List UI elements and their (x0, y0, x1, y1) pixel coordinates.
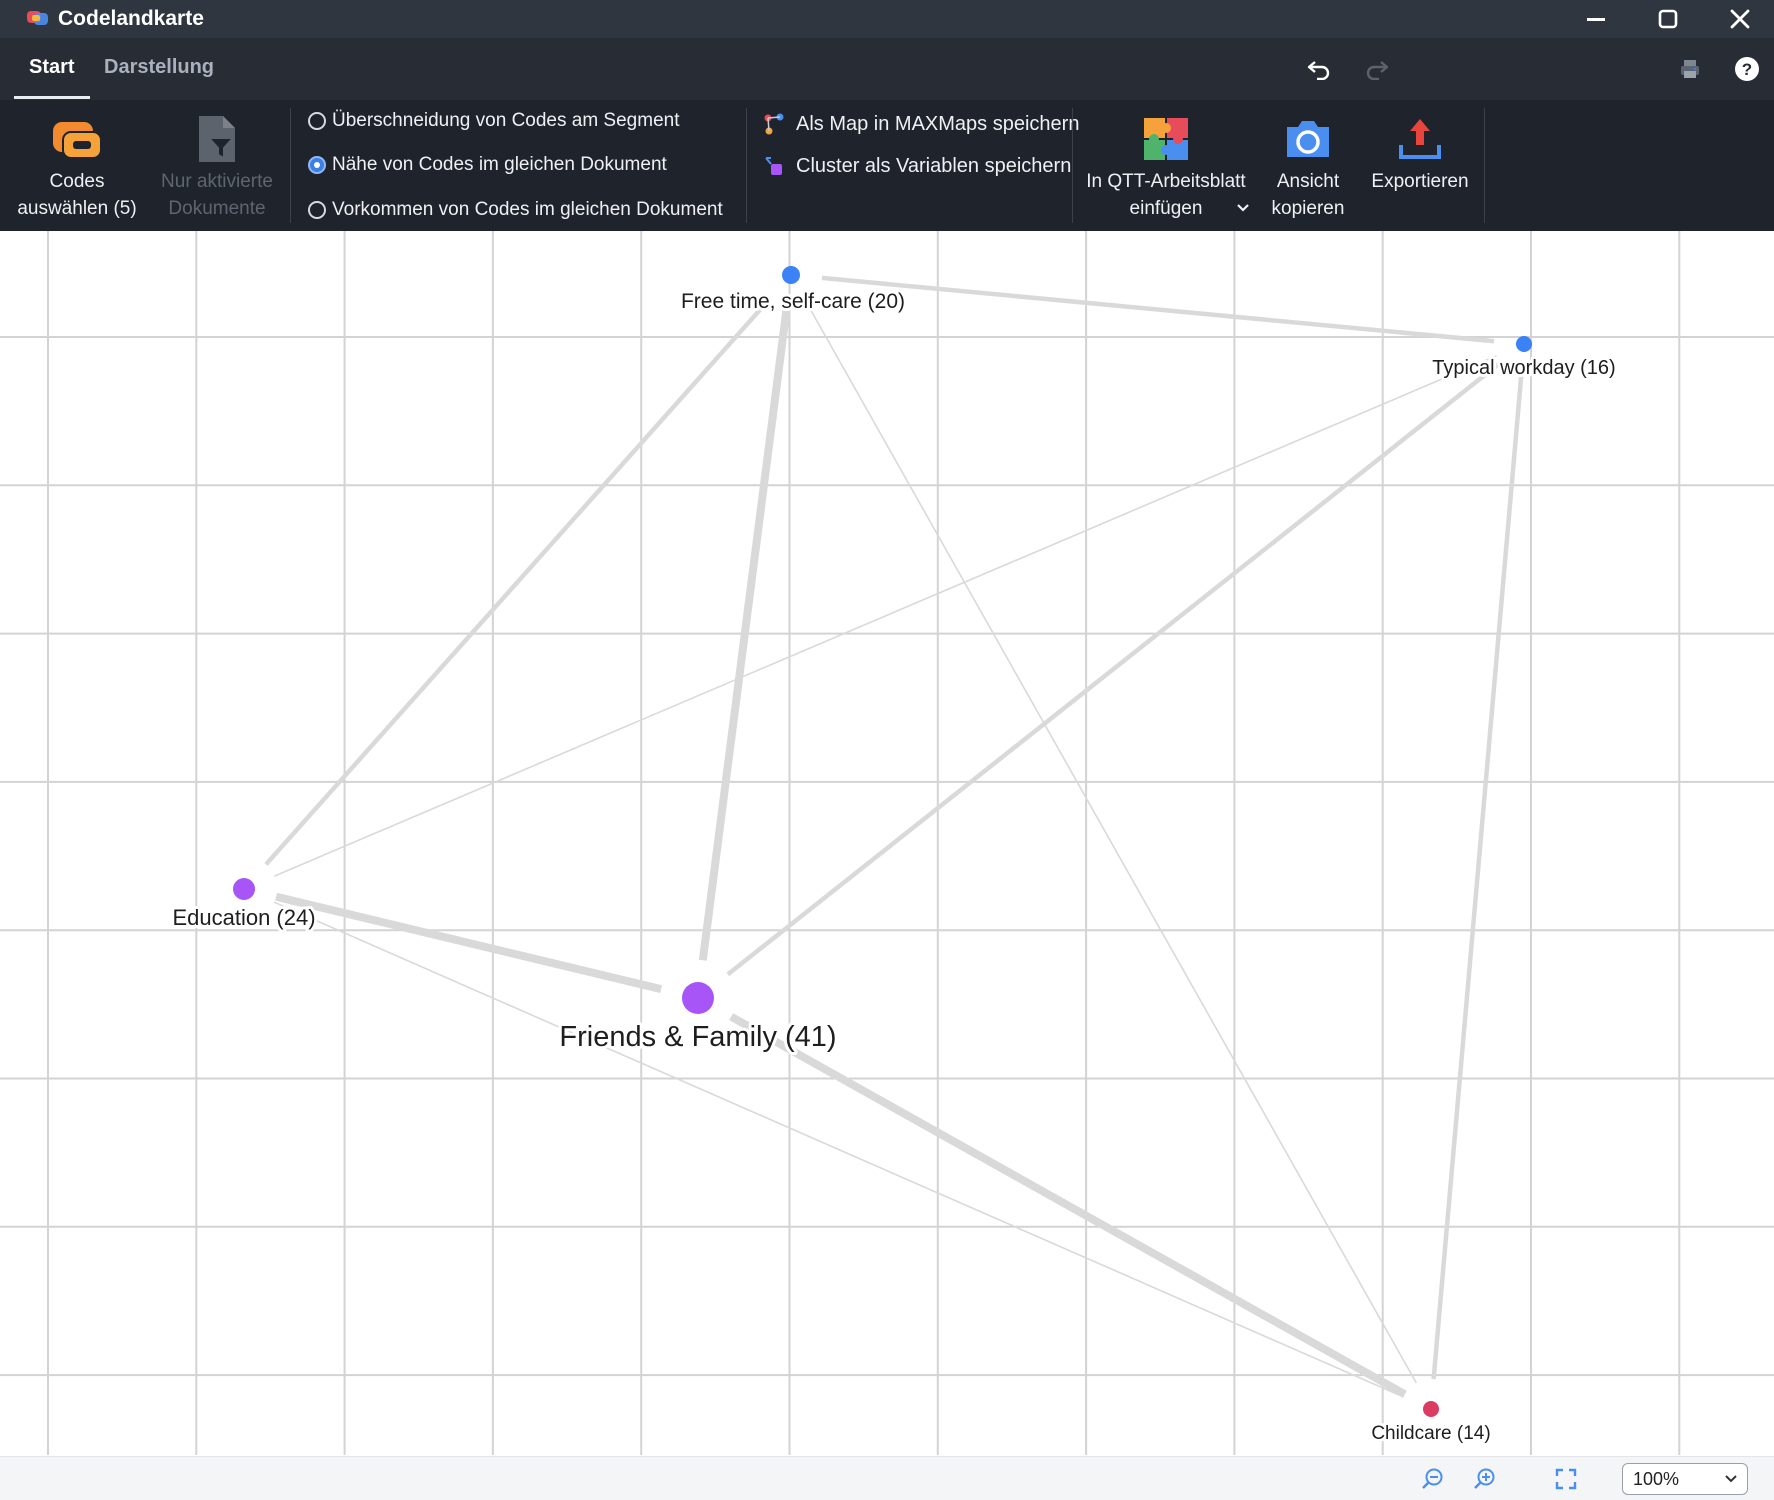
qtt-button-line1: In QTT-Arbeitsblatt (1086, 171, 1246, 192)
node-label-typical_workday[interactable]: Typical workday (16) (1429, 354, 1618, 382)
edge-free_time-typical_workday[interactable] (821, 275, 1495, 344)
ribbon-separator (746, 108, 747, 223)
node-free_time[interactable] (782, 266, 800, 284)
export-label: Exportieren (1371, 171, 1469, 192)
node-childcare[interactable] (1423, 1401, 1439, 1417)
codemap-app-icon (27, 11, 48, 25)
zoom-level-value: 100% (1633, 1469, 1680, 1489)
ribbon-separator (290, 108, 291, 223)
edge-typical_workday-childcare[interactable] (1431, 373, 1524, 1380)
edge-free_time-education[interactable] (264, 296, 773, 866)
fit-to-screen-icon (1555, 1468, 1577, 1490)
ribbon-separator (1072, 108, 1073, 223)
undo-icon (1307, 61, 1330, 80)
minimize-icon (1587, 18, 1605, 21)
print-icon (1681, 60, 1699, 78)
save-cluster-variables-button[interactable]: Cluster als Variablen speichern (762, 154, 1071, 178)
chevron-down-icon[interactable] (1236, 203, 1250, 213)
node-label-friends_family[interactable]: Friends & Family (41) (556, 1018, 839, 1056)
minimize-button[interactable] (1560, 0, 1632, 38)
map-labels: Free time, self-care (20) Typical workday… (169, 287, 1618, 1447)
zoom-in-icon (1474, 1468, 1495, 1489)
zoom-out-button[interactable] (1419, 1465, 1447, 1493)
node-label-free_time[interactable]: Free time, self-care (20) (678, 287, 908, 316)
node-label-education[interactable]: Education (24) (169, 902, 318, 933)
ribbon-toolbar: Codes auswählen (5) Nur aktivierte Dokumen… (0, 100, 1774, 231)
export-button[interactable]: Exportieren (1362, 100, 1478, 231)
zoom-out-icon (1422, 1468, 1443, 1489)
tab-start[interactable]: Start (29, 56, 75, 79)
edge-education-friends_family[interactable] (275, 892, 663, 993)
ribbon-separator (1484, 108, 1485, 223)
edge-typical_workday-education[interactable] (274, 355, 1497, 877)
radio-label: Nähe von Codes im gleichen Dokument (332, 154, 667, 175)
radio-label: Überschneidung von Codes am Segment (332, 110, 680, 131)
insert-qtt-worksheet-button[interactable]: In QTT-Arbeitsblatt einfügen (1078, 100, 1254, 231)
zoom-level-select[interactable]: 100% (1622, 1463, 1748, 1495)
window-title: Codelandkarte (58, 7, 204, 30)
qtt-button-line2: einfügen (1129, 198, 1203, 219)
radio-label: Vorkommen von Codes im gleichen Dokument (332, 199, 723, 220)
tab-darstellung[interactable]: Darstellung (104, 56, 214, 79)
grid-lines (0, 231, 1774, 1455)
edge-typical_workday-friends_family[interactable] (726, 360, 1502, 977)
zoom-in-button[interactable] (1471, 1465, 1499, 1493)
status-bar: 100% (0, 1456, 1774, 1500)
node-label-childcare[interactable]: Childcare (14) (1368, 1420, 1493, 1447)
help-icon: ? (1735, 57, 1759, 81)
close-icon (1730, 9, 1750, 29)
node-education[interactable] (233, 878, 255, 900)
fit-to-screen-button[interactable] (1552, 1465, 1580, 1493)
svg-text:?: ? (1742, 60, 1752, 79)
docs-button-line1: Nur aktivierte (161, 171, 273, 192)
maximize-button[interactable] (1632, 0, 1704, 38)
code-map-canvas[interactable]: Free time, self-care (20) Typical workday… (0, 231, 1774, 1456)
select-codes-button[interactable]: Codes auswählen (5) (10, 100, 144, 231)
map-edges (264, 275, 1524, 1398)
export-icon (1399, 119, 1441, 159)
redo-icon (1366, 61, 1389, 80)
active-tab-indicator (14, 96, 90, 99)
radio-proximity-document[interactable]: Nähe von Codes im gleichen Dokument (308, 154, 667, 176)
radio-overlap-segment[interactable]: Überschneidung von Codes am Segment (308, 110, 679, 132)
codemap-window: Codelandkarte Start Darstellung ? Codes … (0, 0, 1774, 1500)
radio-occurrence-document[interactable]: Vorkommen von Codes im gleichen Dokument (308, 199, 723, 221)
radio-button[interactable] (308, 201, 326, 219)
copy-view-button[interactable]: Ansicht kopieren (1260, 100, 1356, 231)
tab-bar: Start Darstellung ? (0, 38, 1774, 100)
action-label: Als Map in MAXMaps speichern (796, 112, 1080, 135)
select-codes-icon (53, 122, 102, 159)
action-label: Cluster als Variablen speichern (796, 154, 1072, 177)
undo-button[interactable] (1302, 52, 1336, 86)
camera-icon (1287, 121, 1329, 157)
node-friends_family[interactable] (682, 982, 714, 1014)
cluster-variable-icon (765, 157, 782, 175)
puzzle-icon (1144, 118, 1188, 160)
maxmaps-icon (764, 113, 784, 135)
copy-view-line2: kopieren (1271, 198, 1345, 219)
close-button[interactable] (1704, 0, 1774, 38)
title-bar: Codelandkarte (0, 0, 1774, 38)
codes-button-line2: auswählen (5) (17, 198, 137, 219)
node-typical_workday[interactable] (1516, 336, 1532, 352)
save-as-maxmaps-button[interactable]: Als Map in MAXMaps speichern (762, 112, 1079, 136)
redo-button[interactable] (1360, 52, 1394, 86)
radio-button[interactable] (308, 112, 326, 130)
maximize-icon (1658, 9, 1678, 29)
print-button[interactable] (1673, 52, 1707, 86)
copy-view-line1: Ansicht (1276, 171, 1340, 192)
help-button[interactable]: ? (1730, 52, 1764, 86)
code-map-graph[interactable]: Free time, self-care (20) Typical workday… (0, 231, 1774, 1456)
docs-button-line2: Dokumente (168, 198, 266, 219)
document-filter-icon (199, 116, 236, 162)
codes-button-line1: Codes (49, 171, 105, 192)
chevron-down-icon (1725, 1475, 1737, 1483)
edge-friends_family-childcare[interactable] (729, 1013, 1407, 1398)
active-documents-button[interactable]: Nur aktivierte Dokumente (150, 100, 284, 231)
radio-button-selected[interactable] (308, 156, 326, 174)
